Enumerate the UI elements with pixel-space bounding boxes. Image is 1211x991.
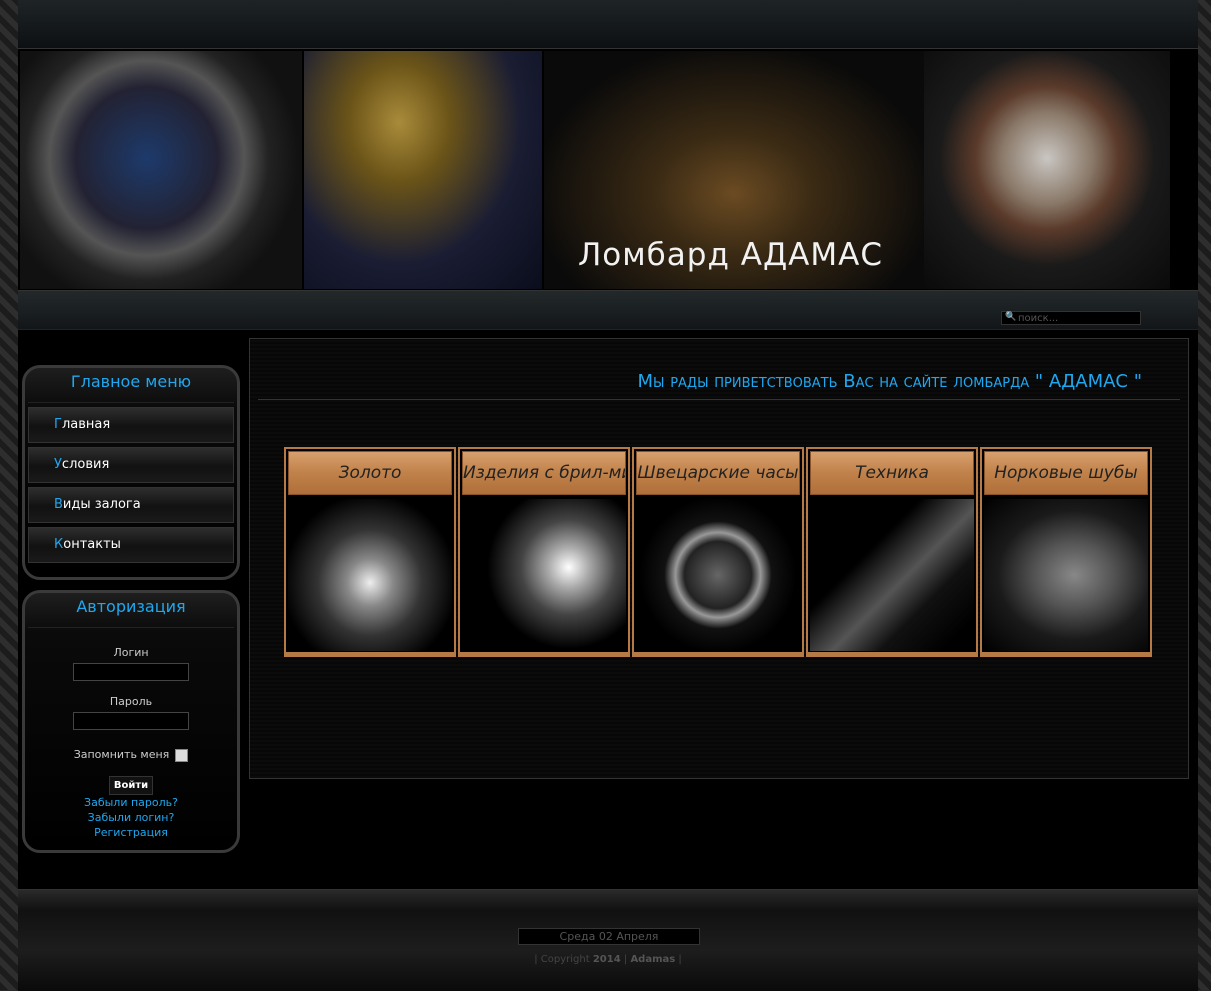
menu-item-initial: У [54, 457, 62, 472]
auth-title: Авторизация [28, 593, 234, 628]
sidebar: Главное меню Главная Условия Виды залога… [22, 365, 240, 863]
category-card-diamonds[interactable]: Изделия с брил-ми [458, 447, 630, 657]
site-title: Ломбард АДАМАС [578, 237, 883, 273]
menu-item-initial: В [54, 497, 63, 512]
forgot-password-link[interactable]: Забыли пароль? [28, 795, 234, 810]
copyright-brand: Adamas [630, 954, 676, 965]
card-underline [634, 652, 802, 655]
watch-image [636, 499, 800, 651]
login-input[interactable] [73, 663, 189, 681]
password-label: Пароль [109, 695, 153, 708]
footer-copyright: | Copyright 2014 | Adamas | [18, 954, 1198, 965]
banner-watch-image [20, 51, 302, 289]
footer-date: Среда 02 Апреля [518, 928, 700, 945]
card-underline [286, 652, 454, 655]
top-bar [18, 0, 1198, 49]
copyright-suffix: | [678, 954, 682, 965]
category-card-title: Швецарские часы [636, 451, 800, 495]
page-wrapper: Ломбард АДАМАС поиск... 🔍 Главное меню Г… [18, 0, 1198, 991]
card-underline [460, 652, 628, 655]
category-card-swiss-watches[interactable]: Швецарские часы [632, 447, 804, 657]
header-banner: Ломбард АДАМАС [18, 49, 1198, 290]
menu-item-label: словия [61, 457, 110, 472]
card-underline [982, 652, 1150, 655]
laptop-camera-image [810, 499, 974, 651]
login-button[interactable]: Войти [108, 775, 154, 795]
main-menu-title: Главное меню [28, 368, 234, 403]
banner-watch-image-2 [924, 51, 1170, 289]
register-link[interactable]: Регистрация [28, 825, 234, 840]
banner-gold-diamonds-image [304, 51, 542, 289]
main-content: Мы рады приветствовать Вас на сайте ломб… [249, 338, 1189, 779]
category-card-title: Золото [288, 451, 452, 495]
copyright-separator: | [623, 954, 628, 965]
nav-bar: поиск... 🔍 [18, 290, 1198, 330]
diamonds-image [462, 499, 626, 651]
welcome-heading: Мы рады приветствовать Вас на сайте ломб… [258, 371, 1180, 400]
menu-item-label: иды залога [62, 497, 141, 512]
remember-label: Запомнить меня [73, 748, 170, 761]
page-edge-left [0, 0, 18, 990]
category-card-title: Норковые шубы [984, 451, 1148, 495]
card-underline [808, 652, 976, 655]
menu-item-label: онтакты [63, 537, 121, 552]
menu-item-contacts[interactable]: Контакты [28, 527, 234, 563]
remember-row: Запомнить меня [28, 748, 234, 762]
copyright-year: 2014 [592, 954, 621, 965]
category-card-title: Техника [810, 451, 974, 495]
menu-item-initial: Г [54, 417, 62, 432]
menu-item-label: лавная [61, 417, 111, 432]
category-card-fur-coats[interactable]: Норковые шубы [980, 447, 1152, 657]
category-card-gold[interactable]: Золото [284, 447, 456, 657]
category-card-title: Изделия с брил-ми [462, 451, 626, 495]
footer: Среда 02 Апреля | Copyright 2014 | Adama… [18, 889, 1198, 991]
menu-item-home[interactable]: Главная [28, 407, 234, 443]
remember-checkbox[interactable] [175, 748, 189, 762]
copyright-prefix: | Copyright [534, 954, 590, 965]
forgot-login-link[interactable]: Забыли логин? [28, 810, 234, 825]
search-icon: 🔍 [1005, 312, 1017, 322]
fur-coat-image [984, 499, 1148, 651]
login-label: Логин [113, 646, 149, 659]
auth-box: Авторизация Логин Пароль Запомнить меня … [22, 590, 240, 853]
menu-item-collateral-types[interactable]: Виды залога [28, 487, 234, 523]
menu-item-initial: К [54, 537, 64, 552]
category-card-electronics[interactable]: Техника [806, 447, 978, 657]
menu-item-terms[interactable]: Условия [28, 447, 234, 483]
search-input[interactable]: поиск... [1001, 311, 1141, 325]
password-input[interactable] [73, 712, 189, 730]
gold-rings-image [288, 499, 452, 651]
main-menu-box: Главное меню Главная Условия Виды залога… [22, 365, 240, 580]
